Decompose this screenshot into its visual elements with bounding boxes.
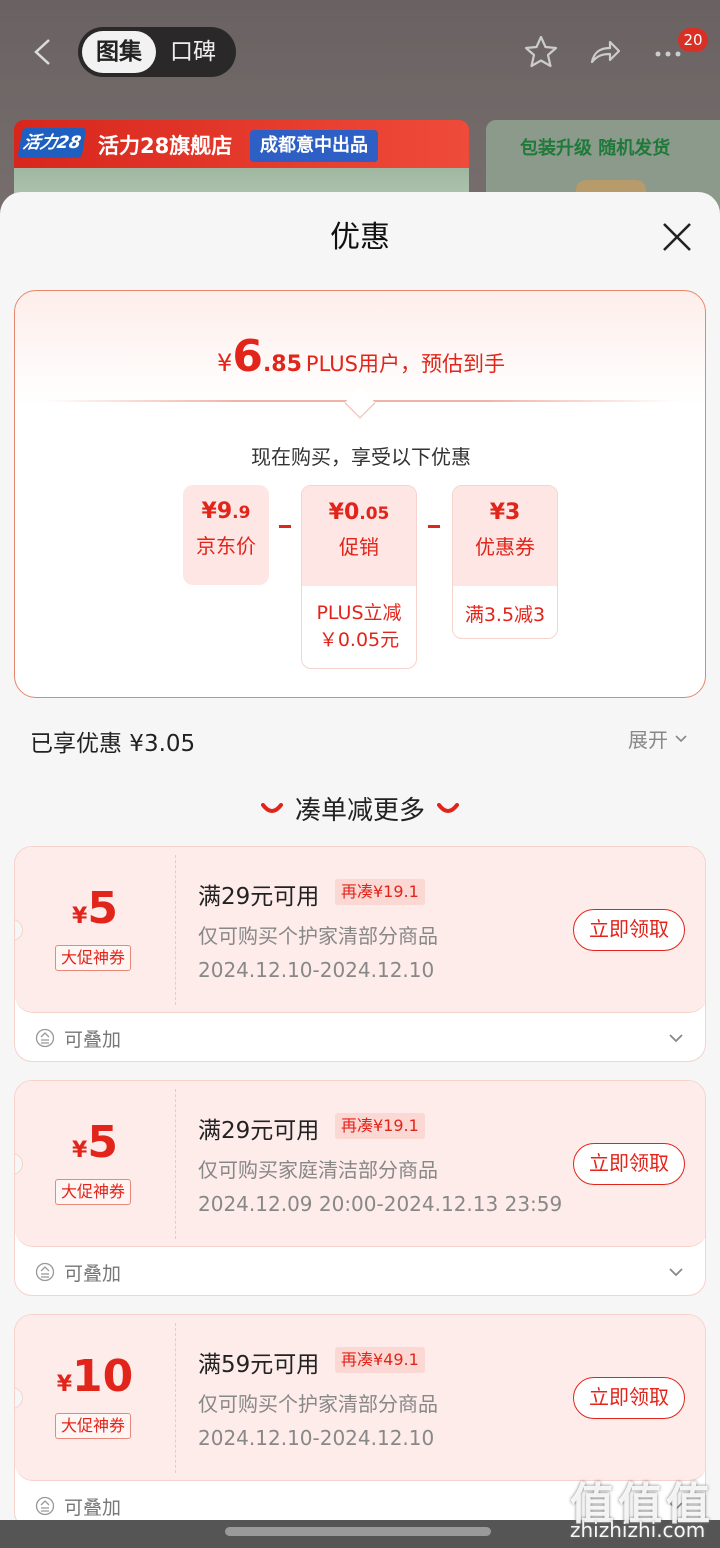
home-indicator[interactable] [225,1527,491,1536]
share-icon [590,40,621,64]
enjoyed-discount: 已享优惠 ¥3.05 [30,731,196,757]
estimated-price-currency: ¥ [217,349,233,377]
discount-sheet: 优惠 ¥6.85 PLUS用户，预估到手 现在购买，享受以下优惠 ¥9.9 京东价… [0,192,720,1548]
promotion-label: 促销 [339,535,379,559]
promotion-head: ¥0.05 促销 [302,486,416,586]
brand-logo: 活力28 [17,128,87,158]
view-switcher: 图集 口碑 [78,27,236,77]
stackable-label: 可叠加 [64,1028,122,1051]
jd-price-box: ¥9.9 京东价 [183,485,269,585]
discount-subtitle: 现在购买，享受以下优惠 [251,445,471,469]
coupon-card: ¥5 大促神券 满29元可用 再凑¥19.1 仅可购买个护家清部分商品 2024… [14,846,706,1062]
claim-coupon-button[interactable]: 立即领取 [573,909,685,951]
coupon-type-tag: 大促神券 [55,945,132,971]
share-button[interactable] [582,30,626,74]
tab-gallery[interactable]: 图集 [82,31,156,73]
store-banner-header: 活力28 活力28旗舰店 成都意中出品 [14,120,469,168]
coupon-body: ¥5 大促神券 满29元可用 再凑¥19.1 仅可购买家庭清洁部分商品 2024… [15,1081,705,1247]
coupon-type-tag: 大促神券 [55,1413,132,1439]
coupon-discount-box: ¥3 优惠券 满3.5减3 [452,485,558,639]
estimated-price-decimal: .85 [262,352,302,377]
jd-price-amount: ¥9.9 [201,499,251,524]
minus-sign [428,525,440,528]
promotion-amount: ¥0.05 [328,500,390,525]
chevron-down-icon [669,1034,683,1043]
watermark: 值值值 zhizhizhi.com [570,1468,720,1548]
stackable-icon [35,1496,55,1516]
sheet-title: 优惠 [330,220,390,255]
watermark-site: zhizhizhi.com [570,1518,706,1542]
close-icon [663,223,691,251]
jd-price-label: 京东价 [196,534,256,558]
chevron-down-icon [675,734,687,742]
coupon-discount-detail: 满3.5减3 [464,604,546,626]
claim-coupon-button[interactable]: 立即领取 [573,1143,685,1185]
coupon-body: ¥10 大促神券 满59元可用 再凑¥49.1 仅可购买个护家清部分商品 202… [15,1315,705,1481]
store-tagline: 成都意中出品 [250,130,378,162]
minus-sign [279,525,291,528]
tab-reviews[interactable]: 口碑 [156,31,230,73]
claim-coupon-button[interactable]: 立即领取 [573,1377,685,1419]
stackable-icon [35,1262,55,1282]
top-nav: 图集 口碑 20 [0,0,720,104]
promotion-box: ¥0.05 促销 PLUS立减 ￥0.05元 [301,485,417,669]
coupon-type-tag: 大促神券 [55,1179,132,1205]
coupon-body: ¥5 大促神券 满29元可用 再凑¥19.1 仅可购买个护家清部分商品 2024… [15,847,705,1013]
expand-toggle[interactable]: 展开 [628,724,688,753]
coupon-separator [175,855,176,1005]
coupon-remaining-tag: 再凑¥49.1 [335,1347,425,1373]
promotion-detail: PLUS立减 ￥0.05元 [316,602,402,651]
estimated-price-integer: 6 [232,331,263,382]
estimated-price: ¥6.85 PLUS用户，预估到手 [15,331,707,382]
back-arrow-icon [34,39,50,65]
coupon-validity: 2024.12.10-2024.12.10 [198,1426,435,1450]
stackable-label: 可叠加 [64,1262,122,1285]
smile-decoration-icon [437,802,459,813]
star-icon [524,35,558,68]
chevron-down-icon [669,1268,683,1277]
stackable-label: 可叠加 [64,1496,122,1519]
coupon-scope: 仅可购买个护家清部分商品 [198,924,438,948]
coupon-discount-head: ¥3 优惠券 [453,486,557,586]
package-note: 包装升级 随机发货 [520,138,671,159]
coupon-validity: 2024.12.09 20:00-2024.12.13 23:59 [198,1192,563,1216]
coupon-scope: 仅可购买个护家清部分商品 [198,1392,438,1416]
coupon-remaining-tag: 再凑¥19.1 [335,1113,425,1139]
coupon-amount: ¥10 [56,1351,134,1402]
section-title: 凑单减更多 [0,790,720,827]
favorite-button[interactable] [519,30,563,74]
coupon-footer[interactable]: 可叠加 [15,1013,705,1061]
coupon-condition: 满59元可用 [198,1352,320,1378]
price-summary-card: ¥6.85 PLUS用户，预估到手 现在购买，享受以下优惠 ¥9.9 京东价 ¥0… [14,290,706,698]
expand-label: 展开 [628,728,668,752]
coupon-separator [175,1089,176,1239]
coupon-card: ¥5 大促神券 满29元可用 再凑¥19.1 仅可购买家庭清洁部分商品 2024… [14,1080,706,1296]
back-button[interactable] [26,30,58,74]
coupon-discount-amount: ¥3 [489,500,521,525]
stackable-icon [35,1028,55,1048]
close-button[interactable] [656,216,698,258]
coupon-discount-label: 优惠券 [475,535,535,559]
message-count-badge: 20 [678,28,708,52]
smile-decoration-icon [260,802,283,813]
coupon-amount: ¥5 [72,1117,118,1168]
divider-notch [344,387,376,419]
coupon-condition: 满29元可用 [198,884,320,910]
coupon-remaining-tag: 再凑¥19.1 [335,879,425,905]
coupon-condition: 满29元可用 [198,1118,320,1144]
coupon-scope: 仅可购买家庭清洁部分商品 [198,1158,438,1182]
coupon-separator [175,1323,176,1473]
coupon-amount: ¥5 [72,883,118,934]
estimated-price-label: PLUS用户，预估到手 [305,352,505,376]
coupon-validity: 2024.12.10-2024.12.10 [198,958,435,982]
store-name: 活力28旗舰店 [98,134,233,158]
coupon-footer[interactable]: 可叠加 [15,1247,705,1295]
section-title-text: 凑单减更多 [294,796,425,826]
